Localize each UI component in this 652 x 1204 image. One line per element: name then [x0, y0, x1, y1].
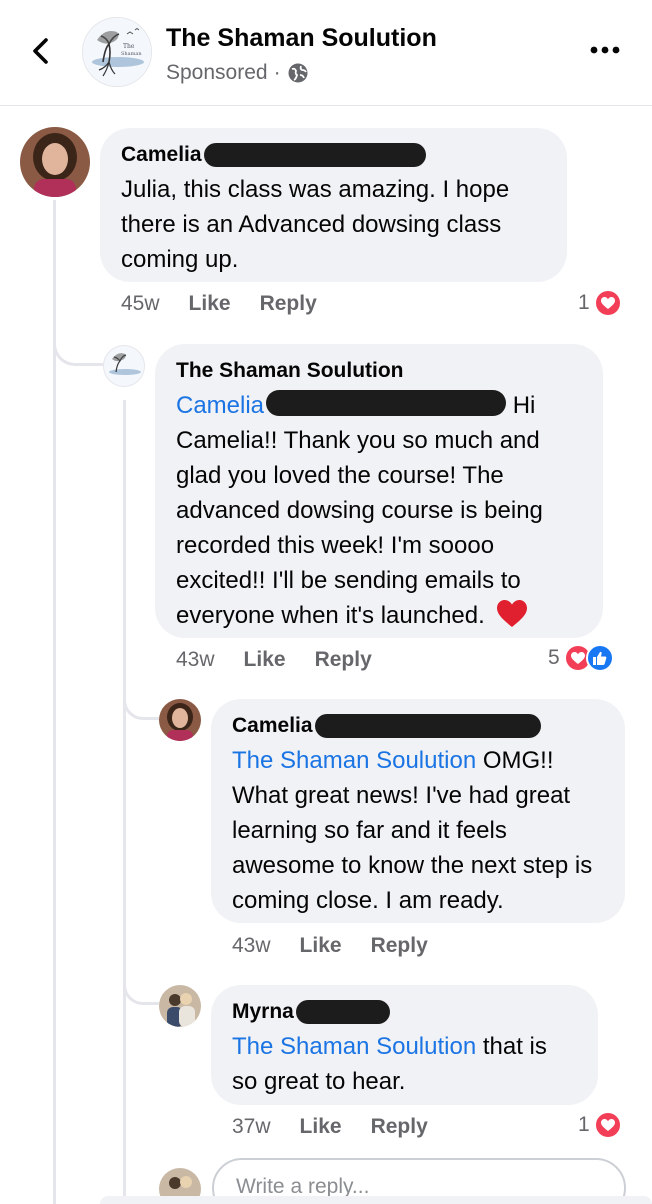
thread-line-nested-curve-2 [123, 975, 159, 1005]
comment-actions: 43w Like Reply [176, 648, 372, 672]
reply-button[interactable]: Reply [371, 1115, 428, 1139]
comment-author[interactable]: Camelia [121, 142, 547, 168]
comment-time[interactable]: 45w [121, 292, 160, 316]
reaction-count: 5 [548, 646, 560, 669]
svg-text:The: The [123, 43, 135, 50]
like-button[interactable]: Like [189, 292, 231, 316]
redacted-surname [203, 143, 426, 167]
like-button[interactable]: Like [300, 1115, 342, 1139]
more-dots-icon[interactable] [588, 40, 622, 60]
comment-bubble: Camelia The Shaman Soulution OMG!! What … [211, 699, 625, 923]
heart-emoji-icon [497, 600, 528, 627]
redacted-surname [314, 714, 541, 738]
comment-author[interactable]: Myrna [232, 999, 578, 1025]
reply-button[interactable]: Reply [371, 934, 428, 958]
comment-bubble: Myrna The Shaman Soulution that is so gr… [211, 985, 598, 1105]
comment-time[interactable]: 37w [232, 1115, 271, 1139]
comment-actions: 37w Like Reply [232, 1115, 428, 1139]
avatar[interactable] [20, 127, 90, 197]
heart-reaction-icon [593, 1111, 622, 1139]
comment-author[interactable]: The Shaman Soulution [176, 358, 583, 384]
comment-text: The Shaman Soulution OMG!! What great ne… [232, 747, 593, 914]
avatar[interactable] [159, 985, 201, 1027]
comment-time[interactable]: 43w [176, 648, 215, 672]
reaction-summary[interactable]: 1 [578, 289, 622, 317]
comment-bubble: The Shaman Soulution Camelia Hi Camelia!… [155, 344, 603, 638]
thread-line-curve [53, 330, 103, 366]
reaction-summary[interactable]: 1 [578, 1111, 622, 1139]
page-name[interactable]: The Shaman Soulution [166, 24, 437, 53]
mention-link[interactable]: The Shaman Soulution [232, 747, 476, 774]
redacted-surname [295, 1000, 390, 1024]
like-button[interactable]: Like [300, 934, 342, 958]
comment-text: Camelia Hi Camelia!! Thank you so much a… [176, 390, 543, 629]
globe-icon [288, 63, 308, 83]
reaction-count: 1 [578, 1113, 590, 1136]
comment-text: Julia, this class was amazing. I hope th… [121, 176, 510, 273]
bottom-composer-edge [100, 1196, 652, 1204]
avatar[interactable] [103, 345, 145, 387]
comment-bubble: Camelia Julia, this class was amazing. I… [100, 128, 567, 282]
reply-button[interactable]: Reply [315, 648, 372, 672]
sponsored-label: Sponsored · [166, 61, 309, 85]
page-avatar[interactable]: The Shaman [82, 17, 152, 87]
comment-actions: 43w Like Reply [232, 934, 428, 958]
comment-time[interactable]: 43w [232, 934, 271, 958]
mention-link[interactable]: Camelia [176, 392, 264, 419]
reaction-summary[interactable]: 5 [548, 644, 614, 672]
thread-line-nested [123, 400, 126, 1204]
comment-text: The Shaman Soulution that is so great to… [232, 1033, 547, 1095]
chevron-left-icon[interactable] [26, 36, 56, 66]
comment-author[interactable]: Camelia [232, 713, 605, 739]
like-button[interactable]: Like [244, 648, 286, 672]
svg-text:Shaman: Shaman [121, 51, 142, 57]
post-header: The Shaman The Shaman Soulution Sponsore… [0, 0, 652, 106]
reply-button[interactable]: Reply [260, 292, 317, 316]
heart-reaction-icon [593, 289, 622, 317]
thumbs-up-reaction-icon [585, 644, 614, 672]
comment-actions: 45w Like Reply [121, 292, 317, 316]
redacted-surname [266, 390, 507, 416]
mention-link[interactable]: The Shaman Soulution [232, 1033, 476, 1060]
thread-line-nested-curve-1 [123, 690, 159, 720]
avatar[interactable] [159, 699, 201, 741]
reaction-count: 1 [578, 291, 590, 314]
